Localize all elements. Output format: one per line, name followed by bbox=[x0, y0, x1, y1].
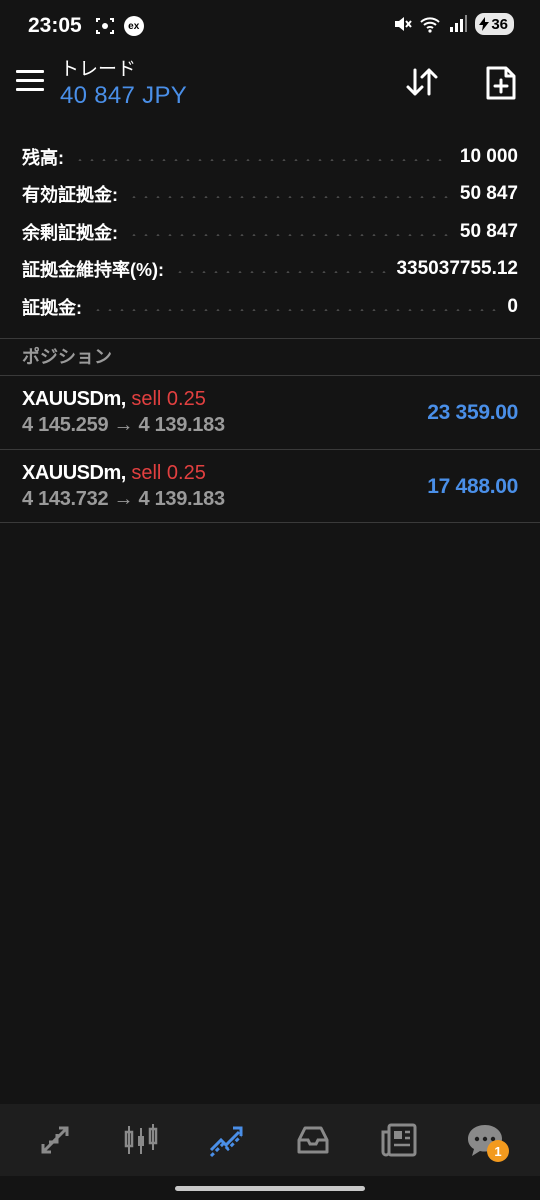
divider bbox=[0, 338, 540, 339]
divider bbox=[0, 522, 540, 523]
trade-icon bbox=[209, 1126, 243, 1158]
sort-arrows-icon[interactable] bbox=[404, 64, 440, 100]
status-right-icons: 36 bbox=[391, 13, 514, 35]
page-title: トレード bbox=[60, 59, 137, 80]
summary-row-balance: 残高: 10 000 bbox=[0, 138, 540, 176]
dot-leader bbox=[92, 308, 498, 311]
dot-leader bbox=[174, 271, 387, 274]
position-row[interactable]: XAUUSDm, sell 0.25 4 143.732 → 4 139.183… bbox=[0, 450, 540, 523]
app-header: トレード 40 847 JPY bbox=[0, 52, 540, 118]
summary-label: 有効証拠金: bbox=[22, 185, 118, 206]
hamburger-menu-icon[interactable] bbox=[14, 66, 46, 96]
dot-leader bbox=[74, 158, 450, 161]
summary-label: 証拠金維持率(%): bbox=[22, 260, 164, 281]
ex-badge: ex bbox=[123, 16, 144, 36]
wifi-icon bbox=[420, 17, 441, 33]
battery-icon: 36 bbox=[475, 13, 514, 35]
dot-leader bbox=[128, 196, 450, 199]
chart-icon bbox=[124, 1124, 158, 1154]
summary-row-free-margin: 余剰証拠金: 50 847 bbox=[0, 213, 540, 251]
nav-history[interactable] bbox=[285, 1112, 341, 1168]
nav-chart[interactable] bbox=[113, 1112, 169, 1168]
summary-value: 50 847 bbox=[459, 220, 518, 242]
position-header: XAUUSDm, sell 0.25 bbox=[22, 388, 206, 411]
mute-icon bbox=[395, 17, 413, 31]
history-icon bbox=[297, 1126, 329, 1154]
summary-row-equity: 有効証拠金: 50 847 bbox=[0, 176, 540, 214]
summary-label: 残高: bbox=[22, 147, 64, 168]
position-header: XAUUSDm, sell 0.25 bbox=[22, 462, 206, 485]
position-symbol: XAUUSDm, bbox=[22, 462, 126, 484]
account-summary: 残高: 10 000 有効証拠金: 50 847 余剰証拠金: 50 847 証… bbox=[0, 138, 540, 326]
home-indicator[interactable] bbox=[175, 1186, 365, 1191]
summary-value: 335037755.12 bbox=[396, 258, 518, 280]
status-left-icons: ex bbox=[94, 15, 144, 37]
position-row[interactable]: XAUUSDm, sell 0.25 4 145.259 → 4 139.183… bbox=[0, 376, 540, 449]
summary-value: 50 847 bbox=[459, 183, 518, 205]
summary-value: 10 000 bbox=[459, 145, 518, 167]
summary-row-margin: 証拠金: 0 bbox=[0, 288, 540, 326]
chat-badge: 1 bbox=[487, 1140, 509, 1162]
position-side: sell 0.25 bbox=[131, 388, 206, 410]
screenshot-icon bbox=[95, 18, 114, 34]
position-profit: 23 359.00 bbox=[427, 401, 518, 424]
status-time: 23:05 bbox=[28, 14, 82, 37]
summary-row-margin-level: 証拠金維持率(%): 335037755.12 bbox=[0, 251, 540, 289]
summary-label: 余剰証拠金: bbox=[22, 222, 118, 243]
positions-section-title: ポジション bbox=[22, 347, 112, 367]
nav-trade[interactable] bbox=[199, 1112, 255, 1168]
dot-leader bbox=[128, 233, 450, 236]
account-balance: 40 847 JPY bbox=[60, 82, 188, 109]
summary-label: 証拠金: bbox=[22, 297, 82, 318]
signal-icon bbox=[450, 15, 468, 32]
status-bar: 23:05 ex 36 bbox=[0, 0, 540, 52]
news-icon bbox=[381, 1123, 417, 1157]
quotes-icon bbox=[41, 1126, 69, 1154]
position-prices: 4 143.732 → 4 139.183 bbox=[22, 488, 225, 510]
position-prices: 4 145.259 → 4 139.183 bbox=[22, 414, 225, 436]
bottom-navigation: 1 bbox=[0, 1104, 540, 1176]
position-profit: 17 488.00 bbox=[427, 475, 518, 498]
summary-value: 0 bbox=[507, 295, 518, 317]
position-symbol: XAUUSDm, bbox=[22, 388, 126, 410]
battery-level: 36 bbox=[491, 15, 508, 33]
new-order-icon[interactable] bbox=[484, 64, 518, 102]
nav-chat[interactable]: 1 bbox=[457, 1112, 513, 1168]
charging-bolt-icon bbox=[479, 17, 490, 31]
nav-quotes[interactable] bbox=[27, 1112, 83, 1168]
position-side: sell 0.25 bbox=[131, 462, 206, 484]
nav-news[interactable] bbox=[371, 1112, 427, 1168]
